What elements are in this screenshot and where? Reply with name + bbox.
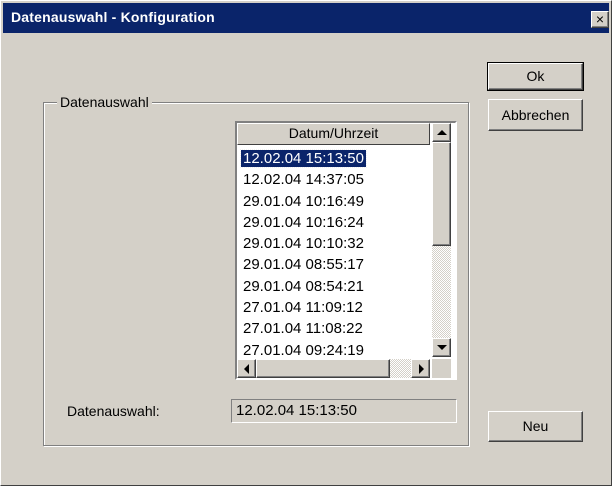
list-item[interactable]: 12.02.04 14:37:05 <box>237 169 430 190</box>
list-item-text: 29.01.04 10:16:49 <box>243 192 364 210</box>
selection-value-field: 12.02.04 15:13:50 <box>231 399 457 423</box>
list-item[interactable]: 29.01.04 10:16:49 <box>237 191 430 212</box>
arrow-up-icon <box>437 130 447 135</box>
list-item-text: 29.01.04 10:10:32 <box>243 235 364 253</box>
datetime-listbox[interactable]: Datum/Uhrzeit 12.02.04 15:13:50 12.02.04 … <box>235 121 457 380</box>
group-label: Datenauswahl <box>57 94 152 110</box>
close-button[interactable]: × <box>591 11 609 28</box>
horizontal-scroll-thumb[interactable] <box>256 359 390 378</box>
window-title: Datenauswahl - Konfiguration <box>11 9 215 25</box>
new-button-label: Neu <box>522 418 549 434</box>
selection-label: Datenauswahl: <box>67 403 160 419</box>
list-item-text: 12.02.04 15:13:50 <box>240 149 367 168</box>
vertical-scrollbar[interactable] <box>432 123 451 357</box>
scroll-right-button[interactable] <box>411 359 430 378</box>
list-item[interactable]: 27.01.04 11:08:22 <box>237 318 430 339</box>
scroll-up-button[interactable] <box>432 123 451 142</box>
arrow-left-icon <box>244 364 249 374</box>
column-header-datetime[interactable]: Datum/Uhrzeit <box>237 123 430 145</box>
list-item[interactable]: 29.01.04 08:55:17 <box>237 254 430 275</box>
dialog-window: Datenauswahl - Konfiguration × Ok Abbrec… <box>0 0 612 486</box>
list-item[interactable]: 27.01.04 11:09:12 <box>237 297 430 318</box>
scroll-down-button[interactable] <box>432 338 451 357</box>
horizontal-scrollbar[interactable] <box>237 359 430 378</box>
list-item[interactable]: 29.01.04 10:10:32 <box>237 233 430 254</box>
arrow-down-icon <box>437 345 447 350</box>
list-rows: 12.02.04 15:13:50 12.02.04 14:37:05 29.01.… <box>237 148 430 361</box>
cancel-button[interactable]: Abbrechen <box>488 99 583 131</box>
scroll-left-button[interactable] <box>237 359 256 378</box>
arrow-right-icon <box>419 364 424 374</box>
close-icon: × <box>595 11 605 27</box>
ok-button[interactable]: Ok <box>487 62 584 91</box>
list-item[interactable]: 29.01.04 10:16:24 <box>237 212 430 233</box>
list-item[interactable]: 29.01.04 08:54:21 <box>237 276 430 297</box>
list-item-text: 29.01.04 10:16:24 <box>243 213 364 231</box>
list-item-text: 27.01.04 11:09:12 <box>243 299 363 317</box>
list-item-text: 27.01.04 09:24:19 <box>243 341 364 359</box>
title-bar[interactable]: Datenauswahl - Konfiguration × <box>3 3 609 33</box>
scrollbar-corner <box>432 359 451 378</box>
list-item-text: 27.01.04 11:08:22 <box>243 320 363 338</box>
new-button[interactable]: Neu <box>488 411 583 442</box>
ok-button-label: Ok <box>526 68 545 84</box>
vertical-scroll-thumb[interactable] <box>432 142 451 246</box>
list-item-text: 29.01.04 08:54:21 <box>243 277 364 295</box>
cancel-button-label: Abbrechen <box>501 107 570 123</box>
list-item-text: 29.01.04 08:55:17 <box>243 256 364 274</box>
list-item[interactable]: 27.01.04 09:24:19 <box>237 340 430 361</box>
list-item[interactable]: 12.02.04 15:13:50 <box>237 148 430 169</box>
list-item-text: 12.02.04 14:37:05 <box>243 171 364 189</box>
